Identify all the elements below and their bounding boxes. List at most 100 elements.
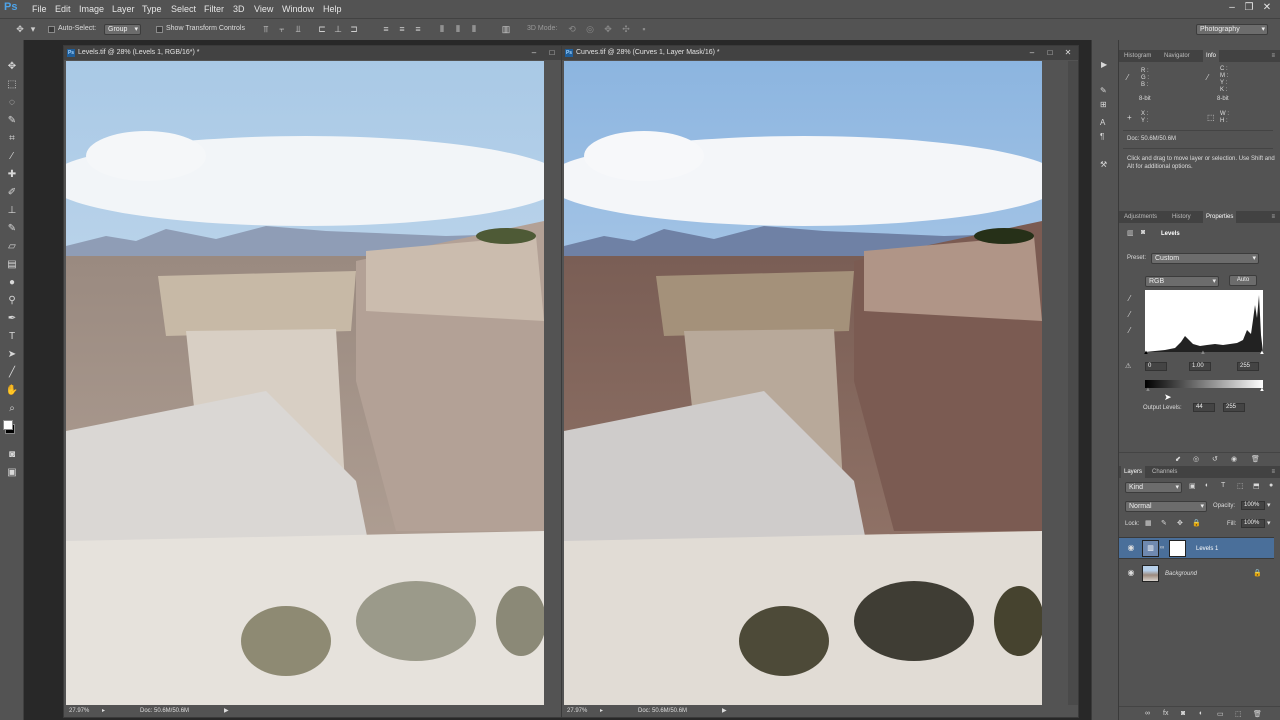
visibility-eye-icon[interactable]: ◉ (1126, 568, 1136, 578)
auto-align-icon[interactable]: ▥ (500, 24, 512, 35)
doc-maximize-icon[interactable]: □ (546, 47, 558, 58)
vertical-scrollbar[interactable] (1068, 61, 1078, 706)
crop-tool-icon[interactable]: ⌗ (5, 132, 19, 146)
preset-dropdown[interactable]: Custom (1151, 253, 1259, 264)
fill-chevron-icon[interactable]: ▾ (1267, 519, 1271, 527)
input-black-slider[interactable]: ▲ (1143, 350, 1149, 356)
tab-adjustments[interactable]: Adjustments (1121, 211, 1160, 223)
trash-icon[interactable]: 🗑 (1251, 455, 1260, 463)
tool-presets-icon[interactable]: ⚒ (1100, 160, 1107, 169)
restore-icon[interactable]: ❐ (1243, 2, 1255, 14)
filter-shape-icon[interactable]: ⬚ (1237, 482, 1244, 490)
layer-mask-icon[interactable]: ◙ (1141, 229, 1145, 236)
panel-menu-icon[interactable]: ≡ (1268, 50, 1278, 62)
input-black-field[interactable]: 0 (1145, 362, 1167, 371)
layer-style-icon[interactable]: fx (1163, 710, 1168, 717)
menu-filter[interactable]: Filter (204, 4, 224, 14)
filter-type-icon[interactable]: T (1221, 482, 1225, 489)
layer-row-levels[interactable]: ◉ ▥ ∞ Levels 1 (1119, 537, 1274, 559)
status-expand-icon[interactable]: ▶ (224, 705, 229, 717)
filter-pixel-icon[interactable]: ▣ (1189, 482, 1196, 490)
input-white-field[interactable]: 255 (1237, 362, 1259, 371)
workspace-dropdown[interactable]: Photography (1196, 24, 1268, 35)
play-action-icon[interactable]: ▶ (1101, 60, 1107, 69)
paragraph-panel-icon[interactable]: ¶ (1100, 132, 1104, 141)
image-canvas-levels[interactable] (66, 61, 544, 706)
document-window-curves[interactable]: Ps Curves.tif @ 28% (Curves 1, Layer Mas… (561, 45, 1079, 718)
input-sliders[interactable]: ▲ ▲ ▲ (1143, 350, 1265, 356)
link-layers-icon[interactable]: ∞ (1145, 710, 1150, 717)
document-tab-curves[interactable]: Ps Curves.tif @ 28% (Curves 1, Layer Mas… (562, 46, 1078, 60)
lasso-tool-icon[interactable]: ◌ (5, 96, 19, 110)
align-hcenter-icon[interactable]: ⊥ (332, 24, 344, 35)
white-point-eyedropper-icon[interactable]: ⁄ (1129, 326, 1130, 335)
menu-help[interactable]: Help (323, 4, 342, 14)
output-white-slider[interactable]: ▲ (1259, 387, 1265, 393)
gradient-tool-icon[interactable]: ▤ (5, 258, 19, 272)
blend-mode-dropdown[interactable]: Normal (1125, 501, 1207, 512)
marquee-tool-icon[interactable]: ⬚ (5, 78, 19, 92)
menu-view[interactable]: View (254, 4, 273, 14)
distribute-top-icon[interactable]: ≡ (380, 24, 392, 35)
zoom-tool-icon[interactable]: ⌕ (5, 402, 19, 416)
distribute-right-icon[interactable]: ⦀ (468, 24, 480, 35)
opacity-chevron-icon[interactable]: ▾ (1267, 501, 1271, 509)
tab-histogram[interactable]: Histogram (1121, 50, 1154, 62)
lock-position-icon[interactable]: ✥ (1177, 519, 1183, 527)
lock-transparent-icon[interactable]: ▦ (1145, 519, 1152, 527)
new-adjustment-icon[interactable]: ◐ (1199, 710, 1203, 717)
shape-tool-icon[interactable]: ╱ (5, 366, 19, 380)
eyedropper-tool-icon[interactable]: ⁄ (5, 150, 19, 164)
doc-minimize-icon[interactable]: – (528, 47, 540, 58)
gray-point-eyedropper-icon[interactable]: ⁄ (1129, 310, 1130, 319)
opacity-field[interactable]: 100% (1241, 501, 1265, 510)
menu-edit[interactable]: Edit (55, 4, 71, 14)
distribute-vcenter-icon[interactable]: ≡ (396, 24, 408, 35)
path-select-tool-icon[interactable]: ➤ (5, 348, 19, 362)
move-tool-icon[interactable]: ✥ (5, 60, 19, 74)
chain-link-icon[interactable]: ∞ (1160, 545, 1164, 551)
tab-navigator[interactable]: Navigator (1161, 50, 1193, 62)
minimize-icon[interactable]: – (1226, 2, 1238, 14)
3d-roll-icon[interactable]: ◎ (584, 24, 596, 35)
status-expand-icon[interactable]: ▶ (722, 705, 727, 717)
document-tab-levels[interactable]: Ps Levels.tif @ 28% (Levels 1, RGB/16*) … (64, 46, 580, 60)
menu-image[interactable]: Image (79, 4, 104, 14)
new-group-icon[interactable]: ▭ (1217, 710, 1224, 718)
zoom-level[interactable]: 27.97% (69, 705, 89, 717)
screen-mode-icon[interactable]: ▣ (5, 466, 19, 480)
3d-scale-icon[interactable]: ▪ (638, 24, 650, 35)
visibility-eye-icon[interactable]: ◉ (1126, 543, 1136, 553)
pen-tool-icon[interactable]: ✒ (5, 312, 19, 326)
foreground-color-swatch[interactable] (3, 420, 13, 430)
distribute-bottom-icon[interactable]: ≡ (412, 24, 424, 35)
show-transform-checkbox[interactable] (156, 26, 163, 33)
tab-info[interactable]: Info (1203, 50, 1220, 62)
3d-slide-icon[interactable]: ✣ (620, 24, 632, 35)
clone-stamp-tool-icon[interactable]: ⊥ (5, 204, 19, 218)
doc-maximize-icon[interactable]: □ (1044, 47, 1056, 58)
black-point-eyedropper-icon[interactable]: ⁄ (1129, 294, 1130, 303)
zoom-level[interactable]: 27.97% (567, 705, 587, 717)
filter-adjustment-icon[interactable]: ◐ (1205, 482, 1209, 489)
tab-history[interactable]: History (1169, 211, 1194, 223)
healing-brush-tool-icon[interactable]: ✚ (5, 168, 19, 182)
distribute-left-icon[interactable]: ⦀ (436, 24, 448, 35)
align-right-icon[interactable]: ⊐ (348, 24, 360, 35)
brush-tool-icon[interactable]: ✐ (5, 186, 19, 200)
move-tool-icon[interactable]: ✥ (14, 24, 26, 35)
menu-layer[interactable]: Layer (112, 4, 135, 14)
filter-toggle-icon[interactable]: ● (1269, 482, 1273, 489)
image-canvas-curves[interactable] (564, 61, 1042, 706)
auto-button[interactable]: Auto (1229, 275, 1257, 286)
align-bottom-icon[interactable]: ⫫ (292, 24, 304, 35)
layer-row-background[interactable]: ◉ Background 🔒 (1119, 563, 1274, 585)
delete-layer-icon[interactable]: 🗑 (1253, 710, 1262, 718)
history-brush-tool-icon[interactable]: ✎ (5, 222, 19, 236)
add-mask-icon[interactable]: ◙ (1181, 710, 1185, 717)
new-layer-icon[interactable]: ⬚ (1235, 710, 1242, 718)
quick-mask-icon[interactable]: ◙ (5, 448, 19, 462)
tab-channels[interactable]: Channels (1149, 466, 1180, 478)
tab-properties[interactable]: Properties (1203, 211, 1237, 223)
lock-pixels-icon[interactable]: ✎ (1161, 519, 1167, 527)
